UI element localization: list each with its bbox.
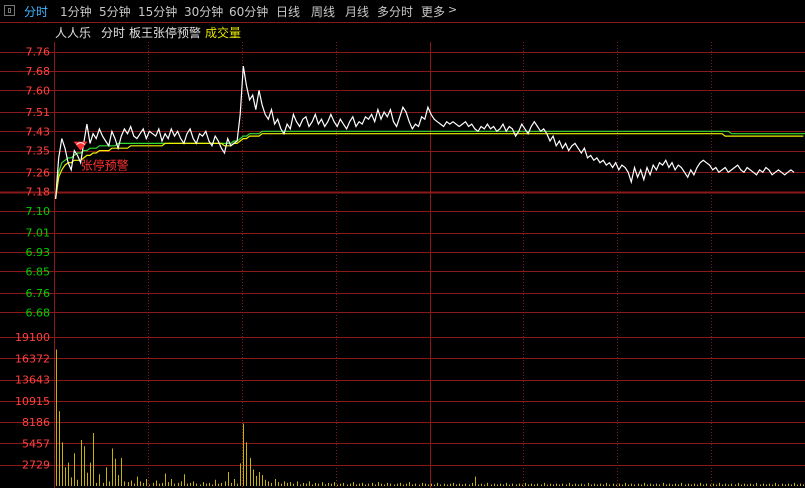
volume-tick-label: 16372 <box>15 352 50 365</box>
alert-label: 张停预警 <box>81 158 129 173</box>
price-line <box>55 66 795 199</box>
avg-price-line <box>55 133 804 199</box>
price-tick-label: 6.85 <box>26 265 51 278</box>
price-axis: 7.76 7.68 7.60 7.51 7.43 7.35 7.26 7.18 7.10 7.01… <box>26 46 51 320</box>
price-tick-label: 7.10 <box>26 205 51 218</box>
price-tick-label: 7.26 <box>26 166 51 179</box>
volume-tick-label: 2729 <box>22 459 50 472</box>
price-tick-label: 6.76 <box>26 287 51 300</box>
price-tick-label: 7.60 <box>26 84 51 97</box>
intraday-chart: 7.76 7.68 7.60 7.51 7.43 7.35 7.26 7.18 7.10 7.01… <box>0 22 805 488</box>
price-tick-label: 7.01 <box>26 227 51 240</box>
price-tick-label: 7.35 <box>26 145 51 158</box>
price-tick-label: 7.18 <box>26 186 51 199</box>
volume-axis: 19100 16372 13643 10915 8186 5457 2729 <box>15 331 50 472</box>
volume-tick-label: 13643 <box>15 374 50 387</box>
volume-tick-label: 19100 <box>15 331 50 344</box>
price-tick-label: 7.43 <box>26 125 51 138</box>
price-tick-label: 7.51 <box>26 106 51 119</box>
price-tick-label: 6.68 <box>26 306 51 319</box>
volume-tick-label: 8186 <box>22 416 50 429</box>
chart-grid <box>0 22 805 488</box>
volume-tick-label: 5457 <box>22 437 50 450</box>
price-tick-label: 7.76 <box>26 46 51 59</box>
price-tick-label: 6.93 <box>26 246 51 259</box>
volume-tick-label: 10915 <box>15 395 50 408</box>
price-tick-label: 7.68 <box>26 65 51 78</box>
